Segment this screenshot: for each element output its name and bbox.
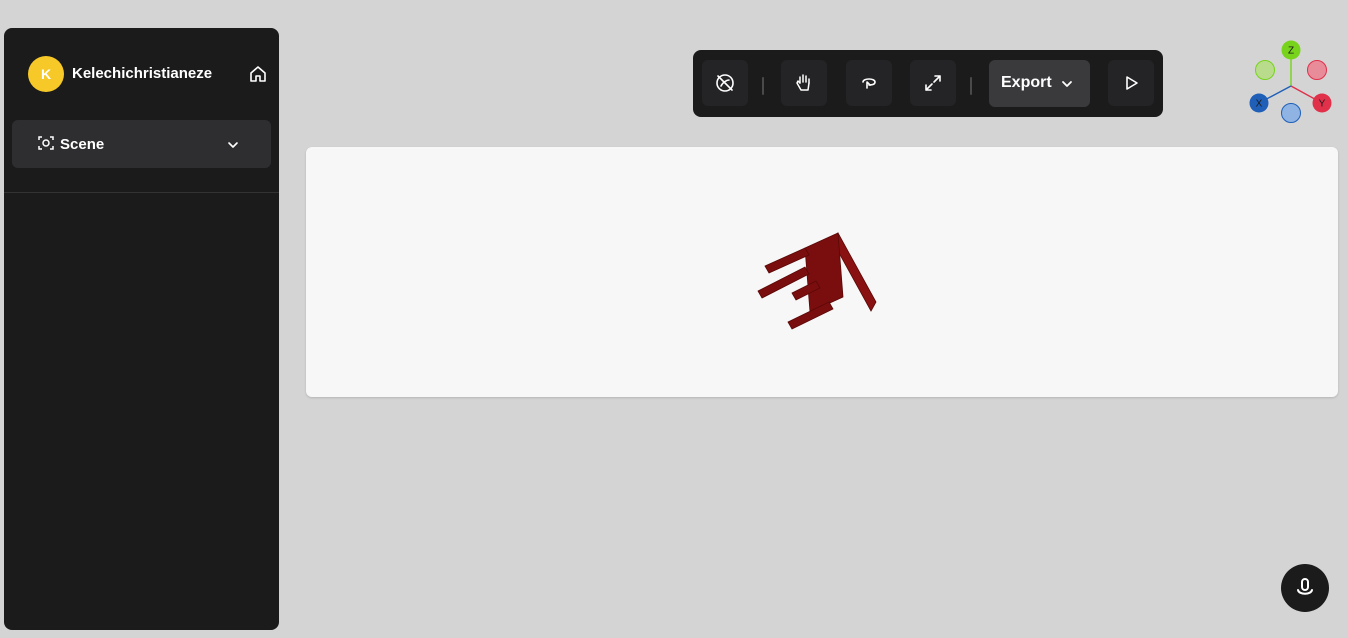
sidebar: K Kelechichristianeze Scene bbox=[4, 28, 279, 630]
avatar[interactable]: K bbox=[28, 56, 64, 92]
chair-model[interactable] bbox=[306, 147, 1338, 397]
voice-assistant-button[interactable] bbox=[1281, 564, 1329, 612]
play-button[interactable] bbox=[1108, 60, 1154, 106]
rotate-icon bbox=[862, 78, 876, 89]
orbit-lock-off-icon bbox=[716, 74, 734, 92]
y-axis-label: Y bbox=[1319, 99, 1326, 110]
play-icon bbox=[1126, 76, 1138, 90]
z-axis-label: Z bbox=[1288, 46, 1294, 57]
scene-dropdown[interactable]: Scene bbox=[12, 120, 271, 168]
toolbar-separator bbox=[970, 77, 972, 95]
username: Kelechichristianeze bbox=[72, 65, 213, 82]
fullscreen-button[interactable] bbox=[910, 60, 956, 106]
fullscreen-icon bbox=[925, 75, 941, 91]
microphone-icon bbox=[1297, 578, 1313, 595]
export-label: Export bbox=[1001, 74, 1052, 91]
scene-label: Scene bbox=[60, 136, 105, 153]
home-icon[interactable] bbox=[248, 64, 268, 84]
toolbar-separator bbox=[762, 77, 764, 95]
neg-z-axis-handle bbox=[1281, 103, 1301, 123]
x-axis-label: X bbox=[1256, 99, 1263, 110]
scene-focus-icon bbox=[36, 133, 56, 153]
chevron-down-icon bbox=[224, 136, 242, 154]
sidebar-divider bbox=[4, 192, 279, 193]
pan-hand-icon bbox=[796, 74, 810, 91]
chevron-down-icon bbox=[1059, 76, 1075, 92]
user-row: K Kelechichristianeze bbox=[28, 56, 273, 92]
neg-x-axis-handle bbox=[1255, 60, 1275, 80]
3d-viewport[interactable] bbox=[306, 147, 1338, 397]
rotate-button[interactable] bbox=[846, 60, 892, 106]
toolbar: Export bbox=[693, 50, 1163, 117]
pan-button[interactable] bbox=[781, 60, 827, 106]
neg-y-axis-handle bbox=[1307, 60, 1327, 80]
axis-gizmo[interactable]: Z X Y bbox=[1246, 38, 1336, 128]
export-button[interactable]: Export bbox=[989, 60, 1090, 107]
orbit-lock-off-button[interactable] bbox=[702, 60, 748, 106]
